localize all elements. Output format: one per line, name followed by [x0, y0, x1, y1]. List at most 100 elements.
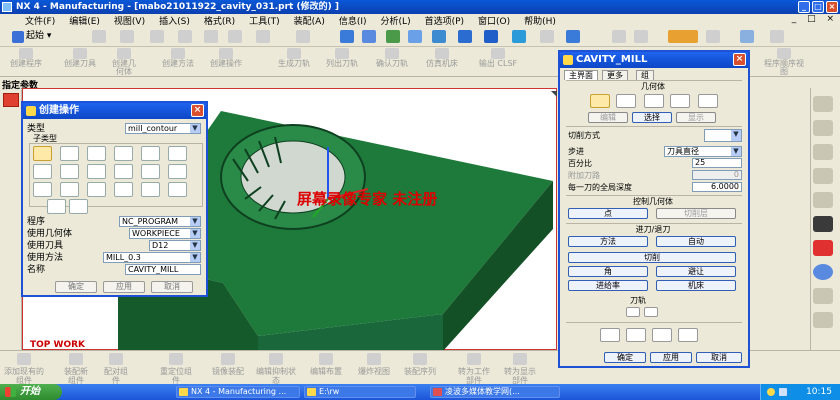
menu-help[interactable]: 帮助(H): [517, 14, 563, 27]
menu-tools[interactable]: 工具(T): [242, 14, 287, 27]
program-order-view-button[interactable]: 程序顺序视图: [764, 60, 804, 76]
assembly-sequence-icon[interactable]: [413, 353, 427, 365]
info-icon[interactable]: [740, 30, 754, 43]
create-program-button[interactable]: 创建程序: [3, 60, 49, 68]
simulate-machine-icon[interactable]: [435, 48, 449, 59]
display-geometry-button[interactable]: 显示: [676, 112, 716, 123]
windows-start-button[interactable]: 开始: [0, 384, 62, 400]
type-select[interactable]: mill_contour ▼: [125, 123, 201, 134]
system-materials-icon[interactable]: [813, 312, 833, 328]
extra-passes-input[interactable]: 0: [692, 170, 742, 180]
refresh-icon[interactable]: [432, 30, 446, 43]
cut-area-icon[interactable]: [670, 94, 690, 108]
add-existing-component-icon[interactable]: [17, 353, 31, 365]
ok-button[interactable]: 确定: [55, 281, 97, 293]
cancel-button[interactable]: 取消: [696, 352, 742, 363]
menu-preferences[interactable]: 首选项(P): [418, 14, 471, 27]
training-icon[interactable]: [813, 216, 833, 232]
fit-icon[interactable]: [340, 30, 354, 43]
engage-method-button[interactable]: 方法: [568, 236, 648, 247]
streamline-subtype-button[interactable]: [114, 164, 133, 179]
apply-button[interactable]: 应用: [103, 281, 145, 293]
select-geometry-button[interactable]: 选择: [632, 112, 672, 123]
flowcut-multiple-subtype-button[interactable]: [60, 182, 79, 197]
paste-icon[interactable]: [204, 30, 218, 43]
cut-pattern-select[interactable]: ▼: [704, 129, 742, 142]
edit-suppression-icon[interactable]: [269, 353, 283, 365]
percent-input[interactable]: 25: [692, 158, 742, 168]
create-tool-button[interactable]: 创建刀具: [57, 60, 103, 68]
render-style-icon[interactable]: [484, 30, 498, 43]
cursor-icon[interactable]: [634, 30, 648, 43]
blank-geometry-icon[interactable]: [616, 94, 636, 108]
exploded-view-icon[interactable]: [367, 353, 381, 365]
roles-icon[interactable]: [813, 144, 833, 160]
make-display-part-button[interactable]: 转为显示部件: [502, 367, 538, 385]
zlevel-corner-subtype-button[interactable]: [168, 146, 187, 161]
part-navigator-icon[interactable]: [813, 120, 833, 136]
redo-icon[interactable]: [296, 30, 310, 43]
minimize-button[interactable]: _: [798, 1, 810, 13]
tab-groups[interactable]: 组: [636, 70, 654, 80]
cutting-parameters-button[interactable]: 切削: [568, 252, 736, 263]
machine-button[interactable]: 机床: [656, 280, 736, 291]
contour-area-subtype-button[interactable]: [60, 164, 79, 179]
show-hide-icon[interactable]: [706, 30, 720, 43]
make-display-part-icon[interactable]: [513, 353, 527, 365]
mdi-window-controls[interactable]: _ □ ×: [792, 14, 838, 24]
taskbar-item-nx[interactable]: NX 4 - Manufacturing ...: [176, 386, 300, 398]
menu-view[interactable]: 视图(V): [107, 14, 152, 27]
profile-3d-subtype-button[interactable]: [141, 182, 160, 197]
edit-geometry-button[interactable]: 编辑: [588, 112, 628, 123]
assembly-sequence-button[interactable]: 装配序列: [395, 367, 445, 376]
create-geometry-button[interactable]: 创建几何体: [109, 60, 139, 76]
output-clsf-icon[interactable]: [491, 48, 505, 59]
taskbar-item-folder[interactable]: E:\rw: [304, 386, 416, 398]
ok-button[interactable]: 确定: [604, 352, 646, 363]
program-order-view-icon[interactable]: [777, 48, 791, 59]
list-icon[interactable]: [652, 328, 672, 342]
select-filter-icon[interactable]: [612, 30, 626, 43]
menu-file[interactable]: 文件(F): [18, 14, 62, 27]
mate-component-icon[interactable]: [109, 353, 123, 365]
toolpath-list-icon[interactable]: [644, 307, 658, 317]
menu-insert[interactable]: 插入(S): [152, 14, 197, 27]
fixed-contour-subtype-button[interactable]: [33, 164, 52, 179]
stepover-select[interactable]: 刀具直径 ▼: [664, 146, 742, 157]
verify-toolpath-button[interactable]: 确认刀轨: [369, 60, 415, 68]
menu-assembly[interactable]: 装配(A): [287, 14, 332, 27]
program-select[interactable]: NC_PROGRAM ▼: [119, 216, 201, 227]
contour-area-nonsteep-subtype-button[interactable]: [141, 164, 160, 179]
zlevel-profile-subtype-button[interactable]: [141, 146, 160, 161]
menu-analysis[interactable]: 分析(L): [374, 14, 418, 27]
feed-rates-button[interactable]: 进给率: [568, 280, 648, 291]
cancel-button[interactable]: 取消: [151, 281, 193, 293]
engage-auto-button[interactable]: 自动: [656, 236, 736, 247]
start-menu-button[interactable]: 起始 ▾: [12, 29, 51, 44]
taskbar-item-classroom[interactable]: 凌波多媒体教学网(...: [430, 386, 560, 398]
pan-icon[interactable]: [386, 30, 400, 43]
edit-arrangement-icon[interactable]: [319, 353, 333, 365]
close-dialog-button[interactable]: ×: [191, 104, 204, 117]
flowcut-ref-tool-subtype-button[interactable]: [87, 182, 106, 197]
reuse-library-icon[interactable]: [813, 168, 833, 184]
check-geometry-icon[interactable]: [644, 94, 664, 108]
rest-mill-subtype-button[interactable]: [114, 146, 133, 161]
generate-icon[interactable]: [600, 328, 620, 342]
part-geometry-icon[interactable]: [590, 94, 610, 108]
create-geometry-icon[interactable]: [117, 48, 131, 59]
replay-icon[interactable]: [626, 328, 646, 342]
tab-main[interactable]: 主界面: [564, 70, 598, 80]
cavity-mill-titlebar[interactable]: CAVITY_MILL ×: [560, 52, 748, 68]
close-dialog-button[interactable]: ×: [733, 53, 746, 66]
menu-edit[interactable]: 编辑(E): [62, 14, 107, 27]
menu-info[interactable]: 信息(I): [332, 14, 374, 27]
maximize-button[interactable]: □: [812, 1, 824, 13]
generate-toolpath-button[interactable]: 生成刀轨: [271, 60, 317, 68]
rotate-icon[interactable]: [408, 30, 422, 43]
delete-icon[interactable]: [228, 30, 242, 43]
exploded-view-button[interactable]: 爆炸视图: [349, 367, 399, 376]
globe-icon[interactable]: [813, 264, 833, 280]
cut-icon[interactable]: [150, 30, 164, 43]
method-select[interactable]: MILL_0.3 ▼: [103, 252, 201, 263]
